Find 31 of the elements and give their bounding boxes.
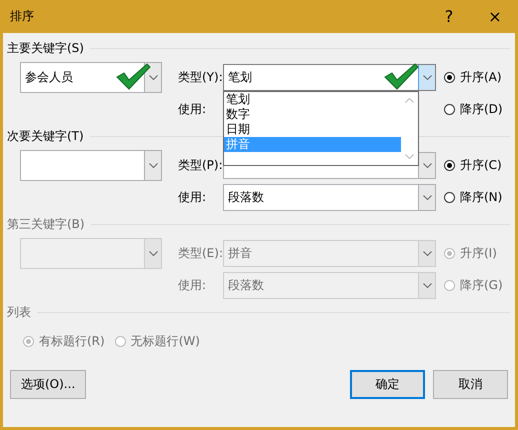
close-button[interactable]: × [472,7,515,26]
radio-option[interactable]: 降序(N) [436,189,510,206]
combo-value: 参会人员 [25,68,73,86]
radio-option[interactable]: 升序(C) [436,156,510,174]
section-label: 次要关键字(T) [7,128,84,144]
type-label: 类型(E): [177,244,223,262]
section-label: 主要关键字(S) [7,40,84,56]
dialog-button[interactable]: 确定 [350,370,425,399]
dropdown-item[interactable]: 日期 [224,122,401,136]
type-combo[interactable]: 笔划 [223,64,436,90]
use-label: 使用: [177,189,208,206]
options-button[interactable]: 选项(O)... [10,370,86,399]
type-label: 类型(P): [177,156,223,174]
combo-value: 拼音 [228,244,252,262]
section-label: 第三关键字(B) [7,216,85,232]
type-label: 类型(Y): [177,68,223,86]
use-label: 使用: [177,101,208,118]
section-label: 列表 [7,304,31,320]
combo-value: 笔划 [228,68,252,86]
key-combo[interactable]: 参会人员 [20,62,162,92]
use-combo[interactable]: 段落数 [223,184,436,211]
window-title: 排序 [10,8,35,25]
dropdown-item[interactable]: 笔划 [224,92,401,106]
dropdown-item[interactable]: 数字 [224,106,401,122]
combo-value: 段落数 [228,277,264,294]
dialog-button[interactable]: 取消 [433,370,508,399]
combo-value: 段落数 [228,189,264,206]
help-button[interactable]: ? [426,7,472,26]
radio-option[interactable]: 降序(D) [436,101,510,118]
use-label: 使用: [177,277,208,294]
radio-option[interactable]: 升序(A) [436,68,510,86]
